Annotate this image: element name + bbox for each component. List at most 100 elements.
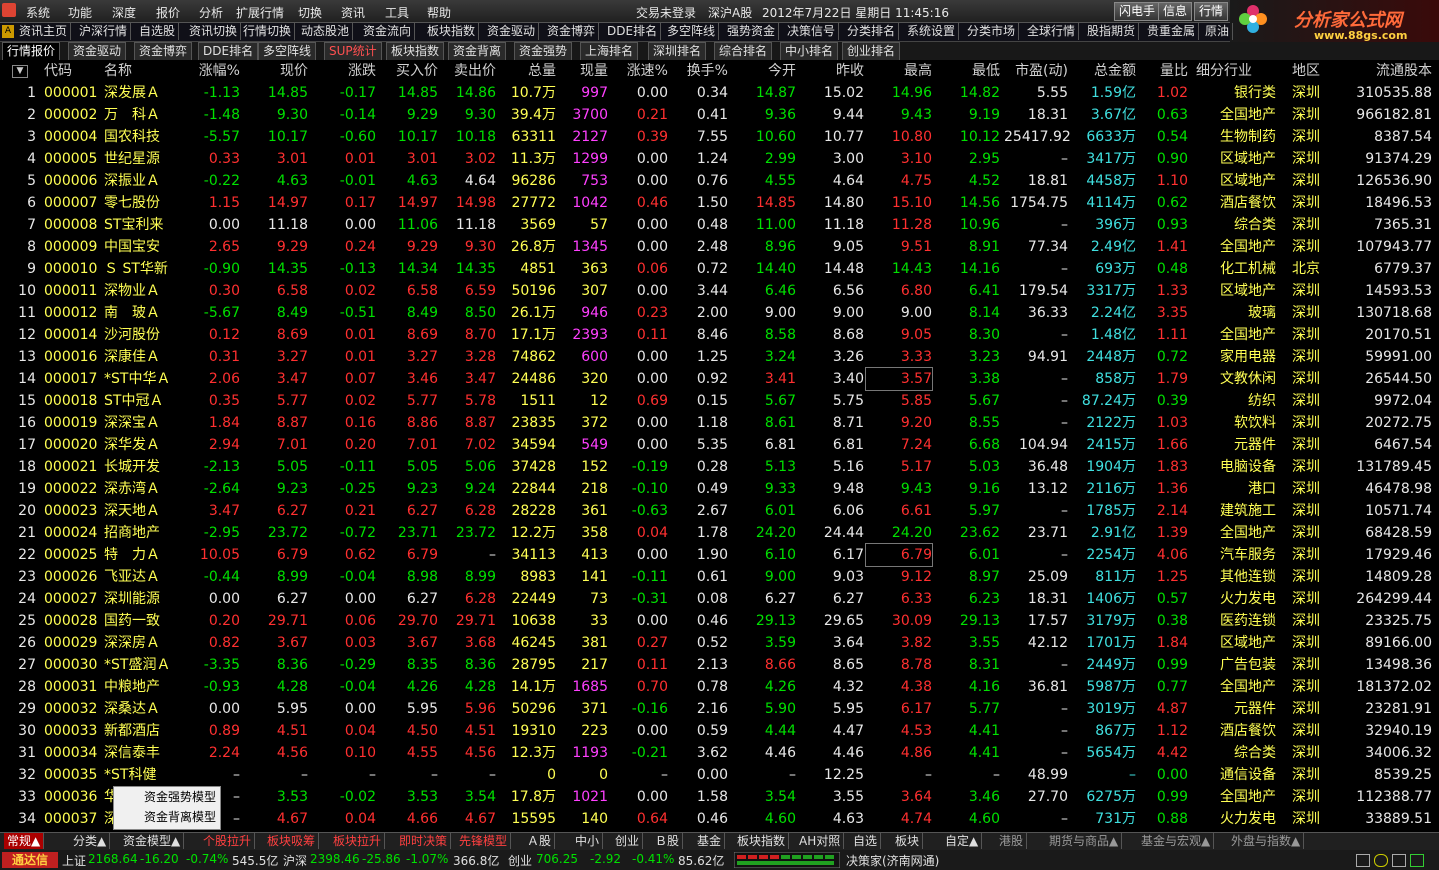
table-row[interactable]: 16 000019 深深宝Ａ 1.84 8.87 0.16 8.86 8.87 23835 372… — [0, 412, 1439, 434]
menu-analysis[interactable]: 分析 — [199, 4, 223, 21]
bottom-tab-7[interactable]: 先锋模型 — [456, 833, 512, 849]
bottom-tab-3[interactable]: 个股拉升 — [200, 833, 256, 849]
bottom-tab-0[interactable]: 常规▲ — [4, 833, 45, 849]
bottom-tab-17[interactable]: 自定▲ — [942, 833, 983, 849]
table-row[interactable]: 29 000032 深桑达Ａ 0.00 5.95 0.00 5.95 5.96 50296 371… — [0, 698, 1439, 720]
table-row[interactable]: 3 000004 国农科技 -5.57 10.17 -0.60 10.17 10.18 6331… — [0, 126, 1439, 148]
bottom-tab-8[interactable]: Ａ股 — [524, 833, 556, 849]
table-row[interactable]: 30 000033 新都酒店 0.89 4.51 0.04 4.50 4.51 19310 223… — [0, 720, 1439, 742]
col-header-21[interactable]: 流通股本 — [1340, 60, 1432, 82]
info-button[interactable]: 信息 — [1158, 2, 1193, 21]
tab-0[interactable]: 行情报价 — [2, 42, 61, 60]
sort-dropdown-icon[interactable]: ▼ — [12, 65, 28, 78]
col-header-8[interactable]: 总量 — [500, 60, 556, 82]
col-header-15[interactable]: 最低 — [936, 60, 1000, 82]
nav-item-13[interactable]: 决策信号 — [784, 23, 840, 40]
nav-item-14[interactable]: 分类排名 — [844, 23, 900, 40]
nav-item-12[interactable]: 强势资金 — [724, 23, 780, 40]
bottom-tab-16[interactable]: 板块 — [892, 833, 924, 849]
col-header-11[interactable]: 换手% — [672, 60, 728, 82]
bottom-tab-15[interactable]: 自选 — [850, 833, 882, 849]
table-row[interactable]: 22 000025 特 力Ａ 10.05 6.79 0.62 6.79–34113 413 0.… — [0, 543, 1439, 567]
col-header-17[interactable]: 总金额 — [1072, 60, 1136, 82]
table-row[interactable]: 17 000020 深华发Ａ 2.94 7.01 0.20 7.01 7.02 34594 549… — [0, 434, 1439, 456]
tab-3[interactable]: DDE排名 — [198, 42, 259, 60]
nav-item-18[interactable]: 股指期货 — [1084, 23, 1140, 40]
popup-item-fund-strength[interactable]: 资金强势模型 — [114, 787, 220, 807]
tab-9[interactable]: 上海排名 — [580, 42, 639, 60]
table-row[interactable]: 12 000014 沙河股份 0.12 8.69 0.01 8.69 8.70 17.1万 239… — [0, 324, 1439, 346]
table-row[interactable]: 21 000024 招商地产 -2.95 23.72 -0.72 23.71 23.72 12.… — [0, 522, 1439, 544]
quote-button[interactable]: 行情 — [1194, 2, 1229, 21]
table-row[interactable]: 2 000002 万 科Ａ -1.48 9.30 -0.14 9.29 9.30 39.4万 37… — [0, 104, 1439, 126]
bottom-tab-10[interactable]: 创业 — [612, 833, 644, 849]
table-row[interactable]: 10 000011 深物业Ａ 0.30 6.58 0.02 6.58 6.59 50196 307… — [0, 280, 1439, 302]
nav-item-3[interactable]: 资讯切换 — [186, 23, 242, 40]
screen-icon[interactable] — [1392, 854, 1406, 867]
tab-10[interactable]: 深圳排名 — [648, 42, 707, 60]
bottom-tab-14[interactable]: AH对照 — [796, 833, 845, 849]
table-row[interactable]: 19 000022 深赤湾Ａ -2.64 9.23 -0.25 9.23 9.24 22844 2… — [0, 478, 1439, 500]
table-row[interactable]: 14 000017 *ST中华Ａ 2.06 3.47 0.07 3.46 3.47 24486 3… — [0, 367, 1439, 391]
menu-tools[interactable]: 工具 — [385, 4, 409, 21]
table-row[interactable]: 28 000031 中粮地产 -0.93 4.28 -0.04 4.26 4.28 14.1万 1… — [0, 676, 1439, 698]
table-row[interactable]: 11 000012 南 玻Ａ -5.67 8.49 -0.51 8.49 8.50 26.1万 9… — [0, 302, 1439, 324]
col-header-12[interactable]: 今开 — [736, 60, 796, 82]
table-row[interactable]: 6 000007 零七股份 1.15 14.97 0.17 14.97 14.98 27772 1… — [0, 192, 1439, 214]
menu-system[interactable]: 系统 — [26, 4, 50, 21]
table-row[interactable]: 23 000026 飞亚达Ａ -0.44 8.99 -0.04 8.98 8.99 8983 14… — [0, 566, 1439, 588]
menu-news[interactable]: 资讯 — [341, 4, 365, 21]
table-row[interactable]: 9 000010 Ｓ ST华新 -0.90 14.35 -0.13 14.34 14.35 48… — [0, 258, 1439, 280]
col-header-10[interactable]: 涨速% — [614, 60, 668, 82]
nav-item-10[interactable]: DDE排名 — [604, 23, 662, 40]
table-row[interactable]: 25 000028 国药一致 0.20 29.71 0.06 29.70 29.71 10638… — [0, 610, 1439, 632]
menu-function[interactable]: 功能 — [68, 4, 92, 21]
table-row[interactable]: 1 000001 深发展Ａ -1.13 14.85 -0.17 14.85 14.86 10.7… — [0, 82, 1439, 104]
bottom-tab-5[interactable]: 板块拉升 — [330, 833, 386, 849]
col-header-2[interactable]: 名称 — [104, 60, 174, 82]
table-row[interactable]: 26 000029 深深房Ａ 0.82 3.67 0.03 3.67 3.68 46245 381… — [0, 632, 1439, 654]
menu-extended-quote[interactable]: 扩展行情 — [236, 4, 284, 21]
popup-item-fund-divergence[interactable]: 资金背离模型 — [114, 807, 220, 827]
tab-12[interactable]: 中小排名 — [780, 42, 839, 60]
col-header-19[interactable]: 细分行业 — [1196, 60, 1276, 82]
server-name[interactable]: 决策家(济南网通) — [846, 852, 939, 869]
bottom-tab-19[interactable]: 期货与商品▲ — [1046, 833, 1123, 849]
table-row[interactable]: 27 000030 *ST盛润Ａ -3.35 8.36 -0.29 8.35 8.36 2879… — [0, 654, 1439, 676]
col-header-7[interactable]: 卖出价 — [440, 60, 496, 82]
nav-item-8[interactable]: 资金驱动 — [484, 23, 540, 40]
col-header-1[interactable]: 代码 — [44, 60, 100, 82]
col-header-9[interactable]: 现量 — [560, 60, 608, 82]
nav-item-11[interactable]: 多空阵线 — [664, 23, 720, 40]
table-row[interactable]: 31 000034 深信泰丰 2.24 4.56 0.10 4.55 4.56 12.3万 119… — [0, 742, 1439, 764]
table-row[interactable]: 32 000035 *ST科健 – – – – – 0 0 – 0.00 – 12.25 – – 48.99 – 0… — [0, 764, 1439, 786]
col-header-16[interactable]: 市盈(动) — [1004, 60, 1068, 82]
nav-item-9[interactable]: 资金博弈 — [544, 23, 600, 40]
nav-item-6[interactable]: 资金流向 — [360, 23, 416, 40]
signal-icon[interactable] — [1410, 854, 1424, 867]
table-row[interactable]: 5 000006 深振业Ａ -0.22 4.63 -0.01 4.63 4.64 96286 75… — [0, 170, 1439, 192]
flash-trade-button[interactable]: 闪电手 — [1114, 2, 1161, 21]
alert-icon[interactable] — [1374, 854, 1388, 867]
tab-4[interactable]: 多空阵线 — [258, 42, 317, 60]
col-header-5[interactable]: 涨跌 — [314, 60, 376, 82]
tab-13[interactable]: 创业排名 — [842, 42, 901, 60]
bottom-tab-13[interactable]: 板块指数 — [734, 833, 790, 849]
bottom-tab-1[interactable]: 分类▲ — [70, 833, 111, 849]
col-header-13[interactable]: 昨收 — [802, 60, 864, 82]
nav-item-16[interactable]: 分类市场 — [964, 23, 1020, 40]
col-header-14[interactable]: 最高 — [866, 60, 932, 82]
table-row[interactable]: 13 000016 深康佳Ａ 0.31 3.27 0.01 3.27 3.28 74862 600… — [0, 346, 1439, 368]
bottom-tab-4[interactable]: 板块吸筹 — [264, 833, 320, 849]
tab-5[interactable]: SUP统计 — [324, 42, 382, 60]
tab-7[interactable]: 资金背离 — [448, 42, 507, 60]
table-row[interactable]: 7 000008 ST宝利来 0.00 11.18 0.00 11.06 11.18 3569 5… — [0, 214, 1439, 236]
menu-switch[interactable]: 切换 — [298, 4, 322, 21]
trade-status[interactable]: 交易未登录 — [636, 4, 696, 21]
nav-item-4[interactable]: 行情切换 — [240, 23, 296, 40]
menu-quote[interactable]: 报价 — [156, 4, 180, 21]
app-logo-icon[interactable] — [2, 3, 16, 17]
bottom-tab-18[interactable]: 港股 — [996, 833, 1028, 849]
menu-depth[interactable]: 深度 — [112, 4, 136, 21]
nav-item-5[interactable]: 动态股池 — [298, 23, 354, 40]
